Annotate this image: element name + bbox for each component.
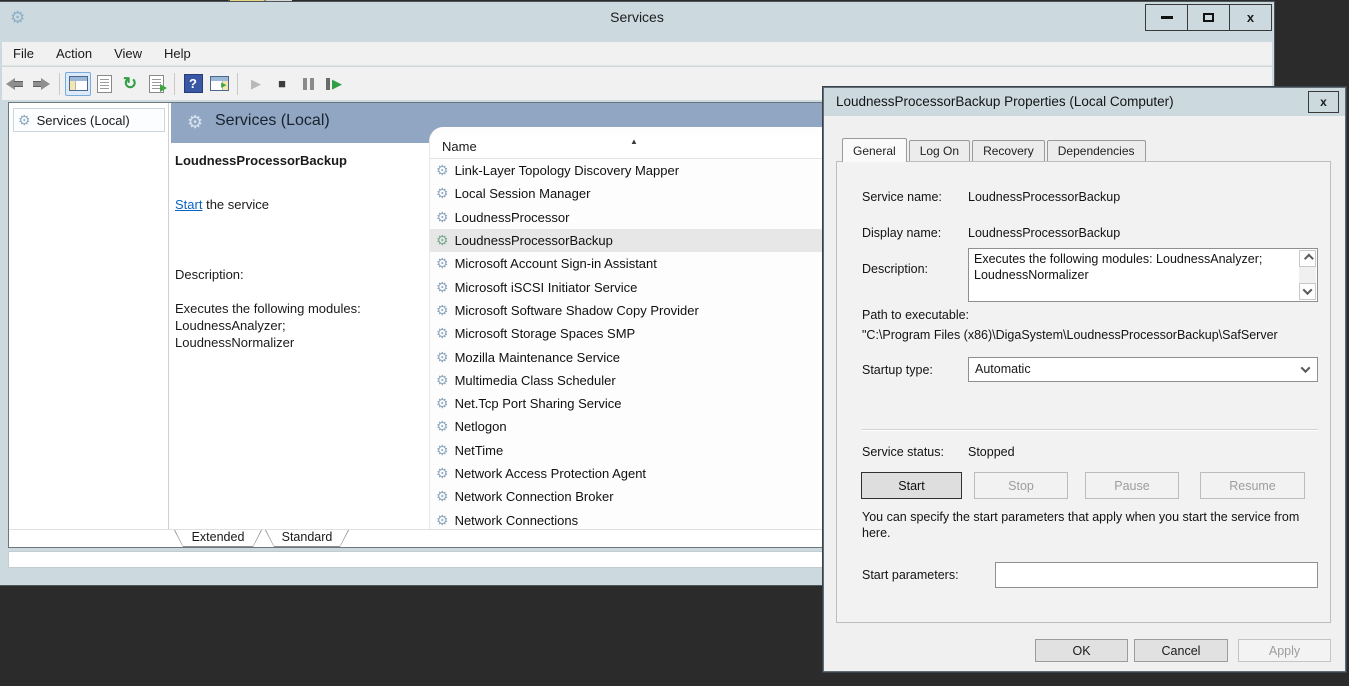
tree-item-label: Services (Local) <box>37 113 130 128</box>
startup-type-select[interactable]: Automatic <box>968 357 1318 382</box>
close-icon: x <box>1247 10 1254 25</box>
tab-standard[interactable]: Standard <box>265 530 349 547</box>
menu-action[interactable]: Action <box>45 46 103 61</box>
dialog-title: LoudnessProcessorBackup Properties (Loca… <box>836 94 1174 109</box>
help-icon[interactable]: ? <box>180 72 206 96</box>
scroll-up-icon[interactable] <box>1299 250 1316 267</box>
service-gear-icon: ⚙ <box>436 185 449 202</box>
pause-button: Pause <box>1085 472 1179 499</box>
description-text: Executes the following modules: Loudness… <box>175 300 425 351</box>
startup-type-label: Startup type: <box>862 363 933 377</box>
pause-service-icon[interactable] <box>295 72 321 96</box>
start-service-icon[interactable]: ▶ <box>243 72 269 96</box>
service-gear-icon: ⚙ <box>436 325 449 342</box>
dialog-close-button[interactable]: x <box>1308 91 1339 113</box>
show-action-pane-icon[interactable]: ▶ <box>206 72 232 96</box>
toolbar-separator <box>59 73 60 95</box>
service-gear-icon: ⚙ <box>436 488 449 505</box>
window-title: Services <box>0 9 1274 25</box>
service-gear-icon: ⚙ <box>436 395 449 412</box>
service-gear-icon: ⚙ <box>436 372 449 389</box>
tab-log-on[interactable]: Log On <box>909 140 970 162</box>
start-service-link[interactable]: Start <box>175 197 202 212</box>
menu-file[interactable]: File <box>2 46 45 61</box>
menu-bar: File Action View Help <box>2 42 1272 66</box>
service-gear-icon: ⚙ <box>436 465 449 482</box>
menu-help[interactable]: Help <box>153 46 202 61</box>
back-icon[interactable] <box>2 72 28 96</box>
extended-description-panel: LoudnessProcessorBackup Start the servic… <box>171 143 429 529</box>
close-button[interactable]: x <box>1229 4 1272 31</box>
desktop: ⚙ Services x File Action View Help ↻ <box>0 0 1349 686</box>
service-gear-icon: ⚙ <box>436 418 449 435</box>
sort-ascending-icon: ▲ <box>630 137 638 146</box>
service-name-label: Service name: <box>862 190 942 204</box>
service-gear-icon: ⚙ <box>436 162 449 179</box>
export-list-icon[interactable] <box>143 72 169 96</box>
resume-button: Resume <box>1200 472 1305 499</box>
dialog-tabs: General Log On Recovery Dependencies <box>842 140 1148 162</box>
maximize-icon <box>1203 13 1214 22</box>
ok-button[interactable]: OK <box>1035 639 1128 662</box>
service-gear-icon: ⚙ <box>436 512 449 529</box>
toolbar-separator <box>174 73 175 95</box>
pane-header-title: Services (Local) <box>215 112 330 130</box>
service-name-value: LoudnessProcessorBackup <box>968 190 1120 204</box>
maximize-button[interactable] <box>1187 4 1230 31</box>
cancel-button[interactable]: Cancel <box>1134 639 1228 662</box>
selected-service-name: LoudnessProcessorBackup <box>175 153 425 168</box>
divider <box>862 429 1318 430</box>
refresh-icon[interactable]: ↻ <box>117 72 143 96</box>
services-gear-icon: ⚙ <box>187 112 203 133</box>
dialog-titlebar[interactable]: LoudnessProcessorBackup Properties (Loca… <box>824 88 1345 116</box>
start-button[interactable]: Start <box>861 472 962 499</box>
minimize-icon <box>1161 16 1173 19</box>
stop-button: Stop <box>974 472 1068 499</box>
service-gear-icon: ⚙ <box>436 209 449 226</box>
apply-button: Apply <box>1238 639 1331 662</box>
stop-service-icon[interactable]: ■ <box>269 72 295 96</box>
path-to-executable-label: Path to executable: <box>862 308 969 322</box>
description-field[interactable]: Executes the following modules: Loudness… <box>968 248 1318 302</box>
service-status-value: Stopped <box>968 445 1015 459</box>
tab-dependencies[interactable]: Dependencies <box>1047 140 1146 162</box>
service-gear-icon: ⚙ <box>436 349 449 366</box>
description-label: Description: <box>175 266 425 283</box>
service-gear-icon: ⚙ <box>436 255 449 272</box>
services-titlebar[interactable]: ⚙ Services x <box>0 2 1274 36</box>
description-label: Description: <box>862 262 928 276</box>
show-console-tree-icon[interactable] <box>65 72 91 96</box>
service-gear-icon: ⚙ <box>436 279 449 296</box>
path-to-executable-value: "C:\Program Files (x86)\DigaSystem\Loudn… <box>862 328 1324 342</box>
tab-general[interactable]: General <box>842 138 907 162</box>
service-gear-icon: ⚙ <box>436 232 449 249</box>
toolbar-separator <box>237 73 238 95</box>
tab-extended[interactable]: Extended <box>174 530 262 547</box>
properties-dialog: LoudnessProcessorBackup Properties (Loca… <box>823 87 1346 672</box>
service-gear-icon: ⚙ <box>436 442 449 459</box>
start-parameters-hint: You can specify the start parameters tha… <box>862 509 1307 541</box>
tree-item-services-local[interactable]: ⚙ Services (Local) <box>13 108 165 132</box>
description-scrollbar <box>1299 250 1316 300</box>
start-service-suffix: the service <box>202 197 268 212</box>
minimize-button[interactable] <box>1145 4 1188 31</box>
service-gear-icon: ⚙ <box>436 302 449 319</box>
service-status-label: Service status: <box>862 445 944 459</box>
forward-icon[interactable] <box>28 72 54 96</box>
close-icon: x <box>1320 95 1327 109</box>
tab-recovery[interactable]: Recovery <box>972 140 1045 162</box>
general-tab-page: Service name: LoudnessProcessorBackup Di… <box>836 161 1331 623</box>
restart-service-icon[interactable]: ▶ <box>321 72 347 96</box>
start-parameters-label: Start parameters: <box>862 568 959 582</box>
properties-icon[interactable] <box>91 72 117 96</box>
chevron-down-icon <box>1301 363 1311 373</box>
start-parameters-input[interactable] <box>995 562 1318 588</box>
name-column-header[interactable]: Name <box>442 139 477 154</box>
services-gear-icon: ⚙ <box>18 112 31 129</box>
display-name-label: Display name: <box>862 226 941 240</box>
console-tree-pane: ⚙ Services (Local) <box>9 103 169 547</box>
display-name-value: LoudnessProcessorBackup <box>968 226 1120 240</box>
menu-view[interactable]: View <box>103 46 153 61</box>
scroll-down-icon[interactable] <box>1299 283 1316 300</box>
